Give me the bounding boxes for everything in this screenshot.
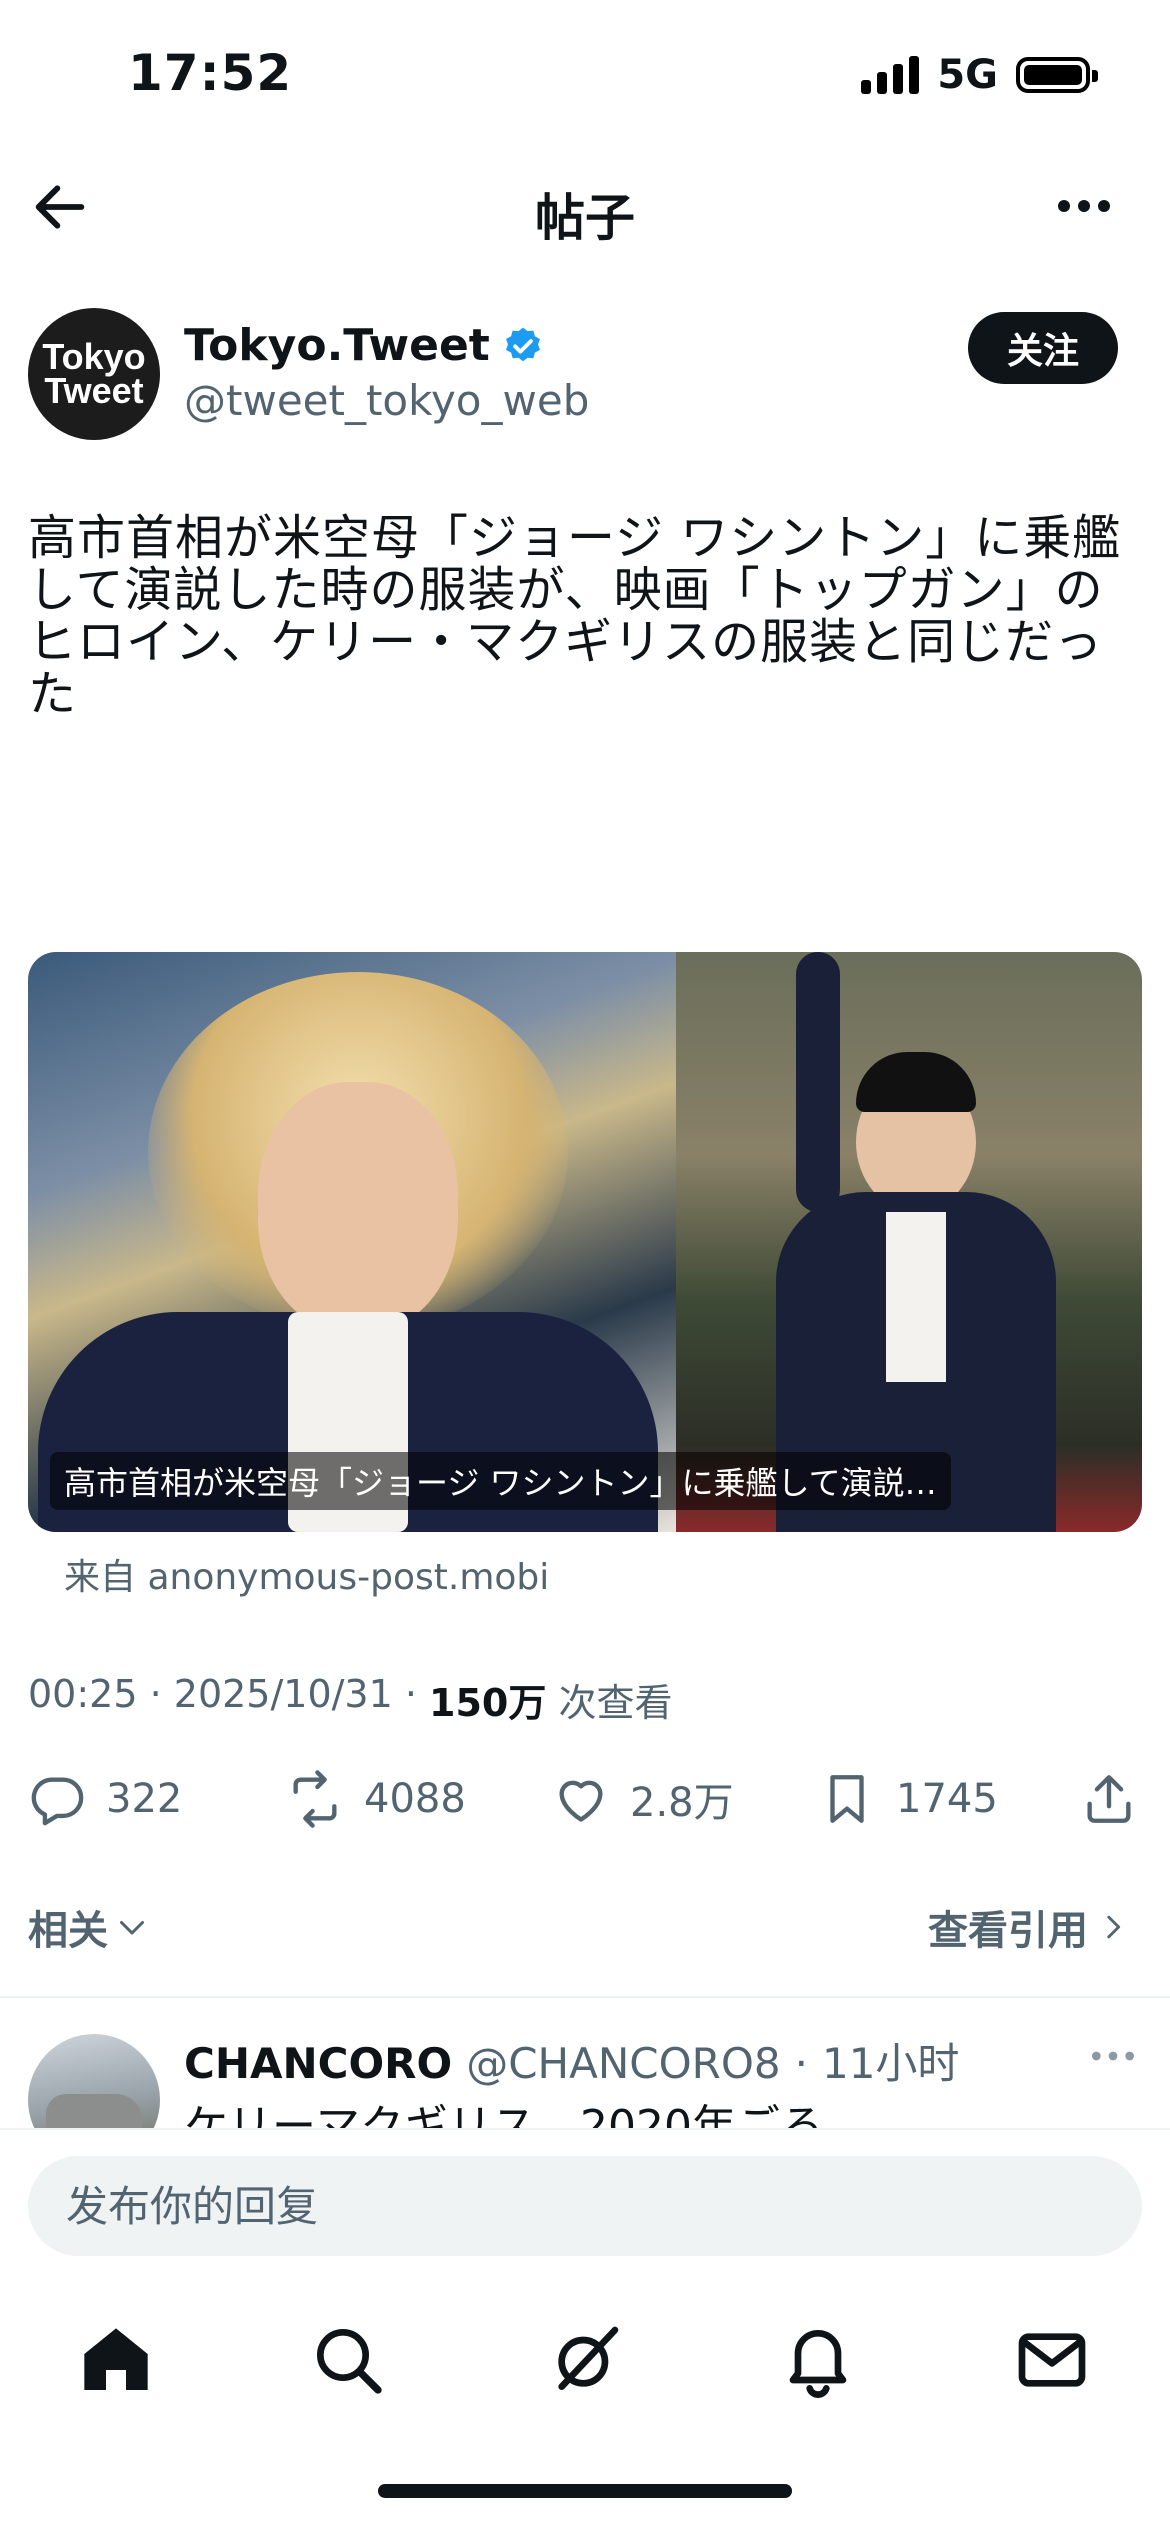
search-icon[interactable] xyxy=(308,2320,388,2400)
reply-time: 11小时 xyxy=(821,2039,960,2088)
like-count: 2.8万 xyxy=(630,1780,734,1826)
battery-icon xyxy=(1016,57,1098,93)
avatar[interactable]: Tokyo Tweet xyxy=(28,308,160,440)
home-icon[interactable] xyxy=(76,2320,156,2400)
network-label: 5G xyxy=(937,52,998,98)
post-time: 00:25 xyxy=(28,1672,138,1716)
share-icon xyxy=(1087,1775,1131,1823)
post-text: 高市首相が米空母「ジョージ ワシントン」に乗艦して演説した時の服装が、映画「トッ… xyxy=(28,510,1122,722)
home-indicator xyxy=(378,2484,792,2498)
speech-bubble-icon xyxy=(31,1777,84,1826)
like-button[interactable]: 2.8万 xyxy=(552,1770,734,1828)
more-horizontal-icon[interactable] xyxy=(1054,186,1114,226)
chevron-right-icon xyxy=(1107,1915,1121,1939)
repost-count: 4088 xyxy=(364,1776,466,1822)
photo-right xyxy=(676,952,1142,1532)
meta-separator: · xyxy=(137,1672,174,1716)
avatar-logo-line1: Tokyo xyxy=(42,336,146,377)
post-date: 2025/10/31 xyxy=(173,1672,393,1716)
meta-separator: · xyxy=(392,1672,430,1716)
view-label: 次查看 xyxy=(546,1672,672,1727)
signal-icon xyxy=(861,56,920,94)
link-card-image[interactable]: 高市首相が米空母「ジョージ ワシントン」に乗艦して演説… xyxy=(28,952,1142,1532)
reply-header: CHANCORO @CHANCORO8 · 11小时 xyxy=(184,2030,959,2091)
grok-icon[interactable] xyxy=(545,2320,625,2400)
more-horizontal-icon[interactable] xyxy=(1088,2046,1138,2066)
author-handle[interactable]: @tweet_tokyo_web xyxy=(184,376,589,425)
repost-button[interactable]: 4088 xyxy=(286,1770,466,1828)
media-source[interactable]: 来自 anonymous-post.mobi xyxy=(64,1548,549,1600)
author-name-text: Tokyo.Tweet xyxy=(184,320,490,371)
verified-badge-icon xyxy=(505,327,540,361)
meta-separator: · xyxy=(794,2039,808,2088)
post-meta: 00:25 · 2025/10/31 · 150万 次查看 xyxy=(28,1672,672,1727)
view-quotes-link[interactable]: 查看引用 xyxy=(928,1898,1130,1956)
related-label: 相关 xyxy=(28,1908,108,1954)
view-count: 150万 xyxy=(429,1681,547,1725)
heart-icon xyxy=(559,1780,603,1822)
reply-button[interactable]: 322 xyxy=(28,1770,182,1828)
bookmark-icon xyxy=(830,1775,864,1823)
bookmark-button[interactable]: 1745 xyxy=(818,1770,998,1828)
chevron-down-icon xyxy=(120,1921,144,1935)
view-quotes-label: 查看引用 xyxy=(928,1908,1088,1954)
status-time: 17:52 xyxy=(128,44,293,102)
reply-input[interactable] xyxy=(28,2156,1142,2256)
media-caption: 高市首相が米空母「ジョージ ワシントン」に乗艦して演説… xyxy=(50,1452,951,1510)
status-icons: 5G xyxy=(861,52,1098,98)
mail-icon[interactable] xyxy=(1012,2320,1092,2400)
follow-button[interactable]: 关注 xyxy=(968,312,1118,384)
divider xyxy=(0,1996,1170,1998)
reply-count: 322 xyxy=(106,1776,183,1822)
share-button[interactable] xyxy=(1080,1770,1138,1828)
bookmark-count: 1745 xyxy=(896,1776,998,1822)
repost-icon xyxy=(293,1770,337,1828)
view-label-text: 次查看 xyxy=(558,1681,673,1725)
action-bar: 322 4088 2.8万 1745 xyxy=(28,1764,1142,1836)
reply-author-name[interactable]: CHANCORO xyxy=(184,2039,452,2088)
author-name[interactable]: Tokyo.Tweet xyxy=(184,320,544,371)
reply-author-handle[interactable]: @CHANCORO8 xyxy=(466,2039,780,2088)
avatar-logo-line2: Tweet xyxy=(44,370,144,411)
photo-left xyxy=(28,952,676,1532)
bell-icon[interactable] xyxy=(778,2320,858,2400)
related-dropdown[interactable]: 相关 xyxy=(28,1898,150,1956)
page-title: 帖子 xyxy=(535,189,635,247)
